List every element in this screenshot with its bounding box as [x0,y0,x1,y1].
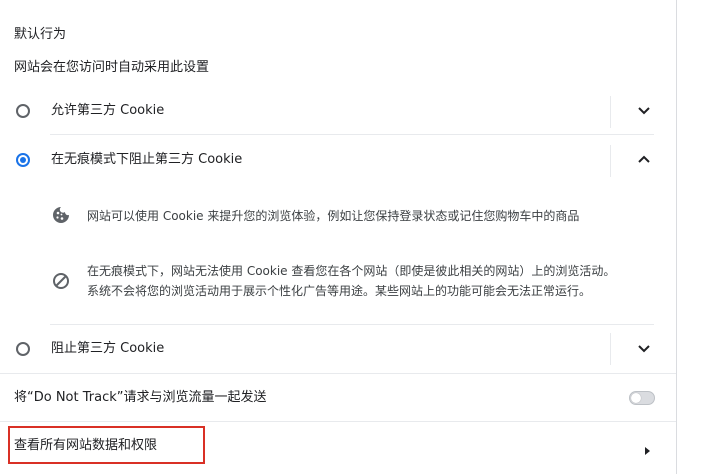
section-description: 网站会在您访问时自动采用此设置 [14,60,210,75]
divider [610,333,611,365]
detail-text-incognito-line1: 在无痕模式下，网站无法使用 Cookie 查看您在各个网站（即使是彼此相关的网站… [87,264,616,278]
divider [610,145,611,177]
option-label: 阻止第三方 Cookie [51,341,165,356]
detail-text-incognito-line2: 系统不会将您的浏览活动用于展示个性化广告等用途。某些网站上的功能可能会无法正常运… [87,284,592,298]
chevron-down-icon[interactable] [634,101,654,121]
divider [610,96,611,128]
panel-right-border [676,0,677,474]
option-label: 允许第三方 Cookie [51,103,165,118]
option-block-in-incognito[interactable]: 在无痕模式下阻止第三方 Cookie [0,137,676,183]
highlight-box [8,426,205,464]
radio-button[interactable] [16,342,30,356]
detail-text-cookie: 网站可以使用 Cookie 来提升您的浏览体验，例如让您保持登录状态或记住您购物… [87,209,580,223]
do-not-track-row[interactable]: 将“Do Not Track”请求与浏览流量一起发送 [0,374,676,420]
chevron-up-icon[interactable] [634,149,654,169]
radio-button-checked[interactable] [16,153,30,167]
cookie-icon [52,206,70,228]
option-allow-third-party-cookies[interactable]: 允许第三方 Cookie [0,88,676,134]
do-not-track-toggle[interactable] [629,391,655,405]
arrow-right-icon[interactable] [644,441,651,460]
radio-button[interactable] [16,104,30,118]
section-heading: 默认行为 [14,27,67,42]
do-not-track-label: 将“Do Not Track”请求与浏览流量一起发送 [14,390,267,405]
option-block-third-party-cookies[interactable]: 阻止第三方 Cookie [0,325,676,371]
divider [50,134,654,135]
block-icon [52,272,70,294]
chevron-down-icon[interactable] [634,339,654,359]
toggle-knob [631,393,641,403]
option-label: 在无痕模式下阻止第三方 Cookie [51,152,243,167]
